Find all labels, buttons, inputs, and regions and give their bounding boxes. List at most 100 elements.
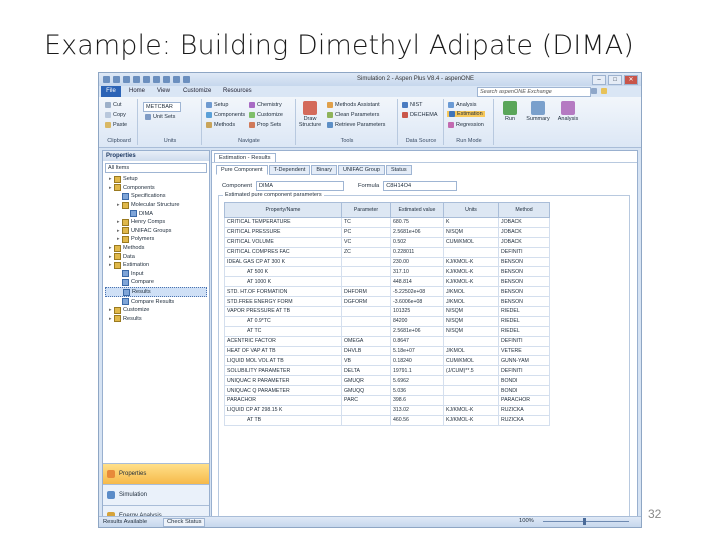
dropdown-icon[interactable]: [183, 76, 190, 83]
customize-button[interactable]: Customize: [249, 112, 283, 118]
tree-item[interactable]: ▸ Henry Comps: [105, 218, 207, 227]
cut-button[interactable]: Cut: [105, 102, 122, 108]
tree-item-label: UNIFAC Groups: [131, 227, 172, 234]
exchange-search-input[interactable]: Search aspenONE Exchange: [477, 87, 591, 97]
zoom-slider-thumb[interactable]: [583, 518, 586, 525]
tree-item[interactable]: ▸ Components: [105, 184, 207, 193]
tree-item[interactable]: ▸ Results: [105, 315, 207, 324]
tree-item[interactable]: ▸ Polymers: [105, 235, 207, 244]
methods-assistant-button[interactable]: Methods Assistant: [327, 102, 380, 108]
table-cell: 0.228011: [390, 246, 444, 258]
unit-sets-button[interactable]: Unit Sets: [145, 114, 175, 120]
dechema-button[interactable]: DECHEMA: [402, 112, 438, 118]
nist-button[interactable]: NIST: [402, 102, 423, 108]
reset-icon[interactable]: [163, 76, 170, 83]
clean-parameters-button[interactable]: Clean Parameters: [327, 112, 379, 118]
unit-sets-icon: [145, 114, 151, 120]
maximize-icon[interactable]: □: [608, 75, 622, 85]
methods-label: Methods: [214, 122, 236, 128]
chemistry-icon: [249, 102, 255, 108]
menu-customize[interactable]: Customize: [183, 88, 211, 94]
copy-button[interactable]: Copy: [105, 112, 126, 118]
help-icon[interactable]: [601, 88, 607, 94]
redo-icon[interactable]: [123, 76, 130, 83]
menu-resources[interactable]: Resources: [223, 88, 252, 94]
clean-parameters-icon: [327, 112, 333, 118]
run-button[interactable]: Run: [497, 101, 523, 122]
prop-sets-button[interactable]: Prop Sets: [249, 122, 281, 128]
draw-structure-label: Draw Structure: [298, 116, 322, 128]
analysis-button[interactable]: Analysis: [555, 101, 581, 122]
analysis-mode-button[interactable]: Analysis: [448, 102, 476, 108]
table-cell: CUM/KMOL: [443, 236, 499, 248]
search-icon[interactable]: [591, 88, 597, 94]
components-button[interactable]: Components: [206, 112, 245, 118]
run-icon[interactable]: [133, 76, 140, 83]
ribbon-group-run-mode: Analysis Estimation Regression Run Mode: [445, 99, 494, 145]
chemistry-button[interactable]: Chemistry: [249, 102, 282, 108]
tree-item[interactable]: Results: [105, 286, 207, 298]
menu-view[interactable]: View: [157, 88, 170, 94]
stop-icon[interactable]: [153, 76, 160, 83]
save-icon[interactable]: [103, 76, 110, 83]
retrieve-parameters-button[interactable]: Retrieve Parameters: [327, 122, 385, 128]
form-icon: [122, 192, 129, 200]
quick-access-toolbar[interactable]: [103, 76, 190, 83]
tab-unifac-group[interactable]: UNIFAC Group: [338, 165, 385, 175]
folder-icon: [114, 175, 121, 183]
component-select[interactable]: DIMA: [255, 181, 344, 191]
table-cell: J/KMOL: [443, 296, 499, 308]
zoom-slider[interactable]: [543, 518, 629, 525]
tree-item[interactable]: Compare Results: [105, 297, 207, 306]
tree-item[interactable]: Input: [105, 270, 207, 279]
tree-item[interactable]: ▸ Methods: [105, 244, 207, 253]
tree-item[interactable]: ▸ Customize: [105, 306, 207, 315]
table-cell: SOLUBILITY PARAMETER: [224, 365, 342, 377]
menu-home[interactable]: Home: [129, 88, 145, 94]
draw-structure-button[interactable]: Draw Structure: [297, 101, 323, 128]
paste-button[interactable]: Paste: [105, 122, 127, 128]
title-bar: Simulation 2 - Aspen Plus V8.4 - aspenON…: [99, 73, 641, 86]
table-cell: GUNN-YAM: [498, 355, 550, 367]
table-cell: 0.8647: [390, 335, 444, 347]
methods-button[interactable]: Methods: [206, 122, 235, 128]
tree-item-label: Polymers: [131, 236, 155, 243]
control-panel-icon[interactable]: [173, 76, 180, 83]
nav-filter-select[interactable]: All Items: [105, 163, 207, 173]
ribbon: Cut Copy Paste Clipboard METCBAR Unit Se…: [99, 97, 641, 148]
tree-item[interactable]: DIMA: [105, 209, 207, 218]
undo-icon[interactable]: [113, 76, 120, 83]
table-cell: KJ/KMOL-K: [443, 276, 499, 288]
summary-button[interactable]: Summary: [525, 101, 551, 122]
tab-status[interactable]: Status: [385, 165, 412, 175]
setup-button[interactable]: Setup: [206, 102, 228, 108]
tree-item[interactable]: ▸ Data: [105, 252, 207, 261]
tab-binary[interactable]: Binary: [311, 165, 337, 175]
regression-mode-button[interactable]: Regression: [448, 122, 484, 128]
table-row: UNIQUAC R PARAMETER GMUQR 5.6962 BONDI: [224, 375, 550, 387]
tab-pure-component[interactable]: Pure Component: [216, 165, 268, 175]
minimize-icon[interactable]: –: [592, 75, 606, 85]
next-icon[interactable]: [143, 76, 150, 83]
menu-bar: File Home View Customize Resources Searc…: [99, 86, 641, 97]
nav-simulation-button[interactable]: Simulation: [103, 484, 209, 505]
table-cell: RUZICKA: [498, 414, 550, 426]
close-icon[interactable]: ✕: [624, 75, 638, 85]
tree-item[interactable]: Specifications: [105, 192, 207, 201]
menu-file[interactable]: File: [101, 86, 121, 97]
table-cell: (J/CUM)**.5: [443, 365, 499, 377]
tree-item[interactable]: ▸ Setup: [105, 175, 207, 184]
table-row: UNIQUAC Q PARAMETER GMUQQ 5.036 BONDI: [224, 385, 550, 397]
tab-t-dependent[interactable]: T-Dependent: [268, 165, 311, 175]
unit-set-select[interactable]: METCBAR: [143, 102, 181, 112]
nav-properties-button[interactable]: Properties: [103, 463, 209, 484]
estimation-mode-button[interactable]: Estimation: [447, 111, 485, 117]
tree-item[interactable]: ▸ UNIFAC Groups: [105, 227, 207, 236]
tree-item[interactable]: Compare: [105, 278, 207, 287]
table-cell: N/SQM: [443, 226, 499, 238]
tree-item[interactable]: ▸ Molecular Structure: [105, 201, 207, 210]
results-status: Results Available: [103, 519, 148, 525]
tree-item[interactable]: ▸ Estimation: [105, 261, 207, 270]
table-row: AT TB 460.56 KJ/KMOL-K RUZICKA: [224, 414, 550, 426]
check-status-button[interactable]: Check Status: [163, 518, 206, 527]
